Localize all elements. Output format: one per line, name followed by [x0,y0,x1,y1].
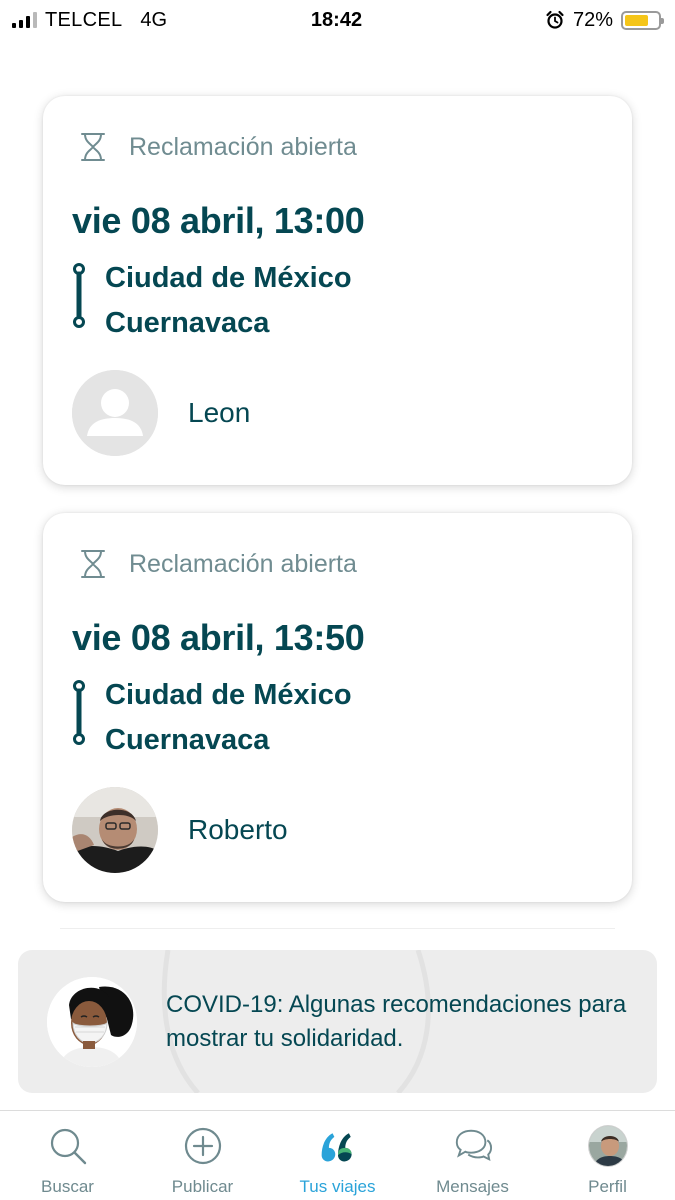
status-bar: TELCEL 4G 18:42 72% [0,0,675,40]
driver-name: Roberto [188,814,288,845]
masked-person-illustration [47,977,137,1067]
trip-card[interactable]: Reclamación abierta vie 08 abril, 13:00 … [43,96,632,485]
trip-date: vie 08 abril, 13:50 [72,617,365,658]
signal-strength-icon [12,12,37,28]
status-bar-right: 72% [461,8,664,32]
battery-level [625,14,649,26]
route-origin: Ciudad de México [105,262,352,294]
tab-publicar[interactable]: Publicar [135,1111,270,1200]
status-label: Reclamación abierta [129,549,357,578]
route-origin: Ciudad de México [105,679,352,711]
claim-status: Reclamación abierta [79,132,357,162]
tab-label: Mensajes [436,1177,509,1196]
route-destination: Cuernavaca [105,307,270,339]
hourglass-icon [81,133,105,161]
status-bar-left: TELCEL 4G [12,9,212,32]
claim-status: Reclamación abierta [79,549,357,579]
network-type: 4G [140,8,168,31]
clock: 18:42 [310,8,363,31]
rides-icon [318,1126,358,1166]
driver-info: Roberto [72,787,288,873]
tab-label: Tus viajes [299,1177,376,1196]
tab-label: Publicar [171,1177,234,1196]
route-line-icon [73,680,85,745]
driver-photo [72,787,158,873]
trip-card[interactable]: Reclamación abierta vie 08 abril, 13:50 … [43,513,632,902]
plus-circle-icon [183,1126,223,1166]
trip-route: Ciudad de México Cuernavaca [72,679,592,771]
next-card-edge [60,928,615,932]
covid-banner[interactable]: COVID-19: Algunas recomendaciones para m… [18,950,657,1093]
driver-name: Leon [188,397,251,428]
route-destination: Cuernavaca [105,724,270,756]
tab-bar: Buscar Publicar Tus viajes Mensajes Perf… [0,1110,675,1200]
hourglass-icon [81,550,105,578]
tab-perfil[interactable]: Perfil [540,1111,675,1200]
trip-route: Ciudad de México Cuernavaca [72,262,592,354]
driver-info: Leon [72,370,250,456]
tab-tus-viajes[interactable]: Tus viajes [270,1111,405,1200]
battery-percentage: 72% [572,8,613,31]
tab-label: Buscar [41,1177,94,1196]
carrier-name: TELCEL [45,8,123,31]
battery-icon [621,10,664,30]
profile-avatar-icon [587,1125,628,1167]
trip-date: vie 08 abril, 13:00 [72,200,365,241]
status-label: Reclamación abierta [129,132,357,161]
covid-message: COVID-19: Algunas recomendaciones para m… [166,991,627,1052]
tab-buscar[interactable]: Buscar [0,1111,135,1200]
default-avatar-icon [72,370,158,456]
tab-label: Perfil [588,1177,627,1196]
search-icon [48,1126,88,1166]
tab-mensajes[interactable]: Mensajes [405,1111,540,1200]
chat-bubbles-icon [453,1126,493,1166]
route-line-icon [73,263,85,328]
alarm-icon [546,10,564,29]
